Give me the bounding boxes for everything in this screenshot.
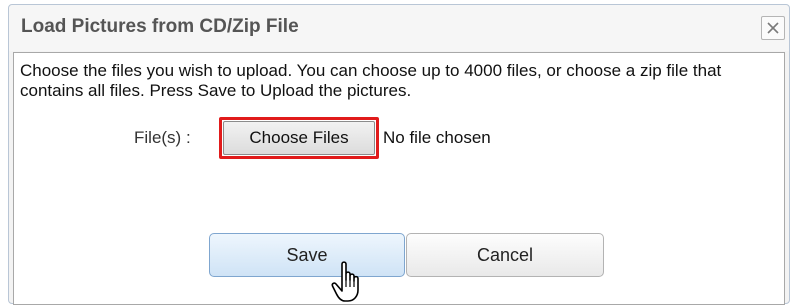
cancel-button[interactable]: Cancel bbox=[406, 233, 604, 277]
close-button[interactable] bbox=[761, 16, 785, 40]
files-label: File(s) : bbox=[134, 128, 191, 147]
hand-pointer-icon bbox=[331, 261, 359, 302]
dialog-content: Choose the files you wish to upload. You… bbox=[13, 52, 785, 305]
save-button[interactable]: Save bbox=[209, 233, 405, 277]
close-icon bbox=[767, 22, 779, 34]
instructions-text: Choose the files you wish to upload. You… bbox=[20, 61, 722, 100]
dialog-titlebar: Load Pictures from CD/Zip File bbox=[9, 5, 789, 51]
choose-files-button[interactable]: Choose Files bbox=[223, 121, 375, 155]
dialog-title: Load Pictures from CD/Zip File bbox=[21, 16, 299, 37]
file-status-text: No file chosen bbox=[383, 128, 491, 147]
load-pictures-dialog: Load Pictures from CD/Zip File Choose th… bbox=[8, 4, 790, 305]
